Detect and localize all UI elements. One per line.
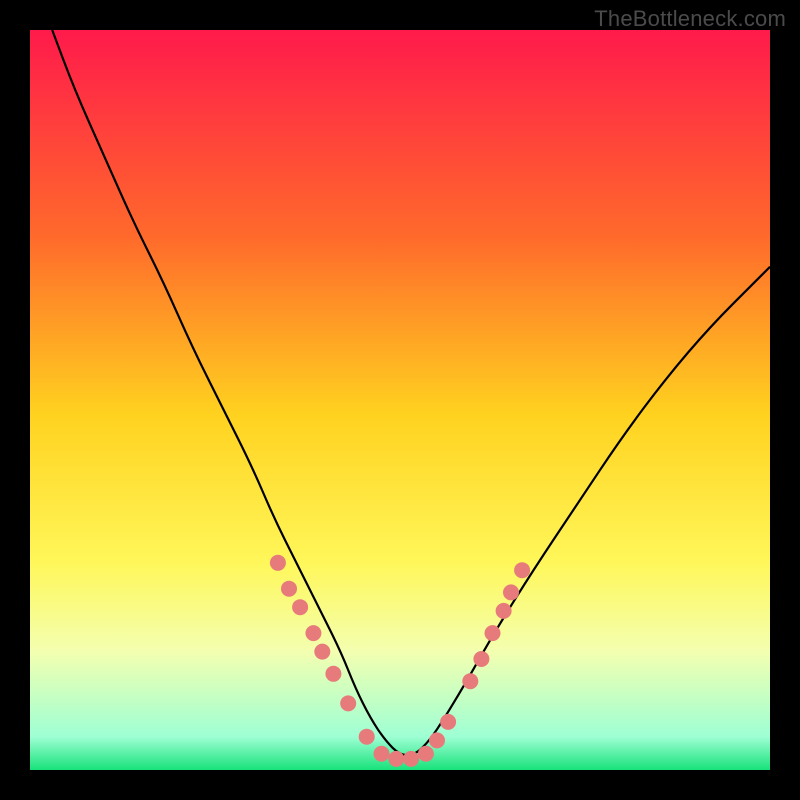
marker-point: [503, 584, 519, 600]
marker-point: [270, 555, 286, 571]
marker-point: [440, 714, 456, 730]
chart-frame: TheBottleneck.com: [0, 0, 800, 800]
marker-point: [388, 751, 404, 767]
marker-point: [340, 695, 356, 711]
marker-point: [325, 666, 341, 682]
marker-point: [496, 603, 512, 619]
chart-svg: [30, 30, 770, 770]
marker-point: [292, 599, 308, 615]
marker-point: [281, 581, 297, 597]
marker-point: [429, 732, 445, 748]
marker-point: [473, 651, 489, 667]
plot-area: [30, 30, 770, 770]
marker-point: [514, 562, 530, 578]
marker-point: [305, 625, 321, 641]
gradient-background: [30, 30, 770, 770]
marker-point: [485, 625, 501, 641]
watermark-text: TheBottleneck.com: [594, 6, 786, 32]
marker-point: [462, 673, 478, 689]
marker-point: [314, 644, 330, 660]
marker-point: [403, 751, 419, 767]
marker-point: [374, 746, 390, 762]
marker-point: [359, 729, 375, 745]
marker-point: [418, 746, 434, 762]
